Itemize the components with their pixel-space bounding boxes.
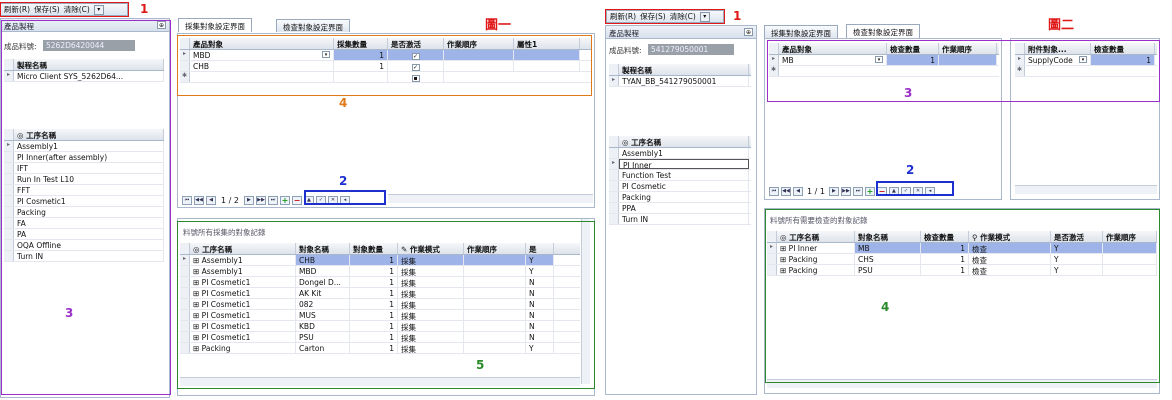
tab-collect-settings[interactable]: 採集對象設定界面 (178, 18, 252, 32)
work-step-cell: Turn IN (619, 214, 749, 224)
add-icon[interactable]: + (864, 186, 875, 196)
annotation-box-1 (0, 2, 129, 17)
work-step-cell: PI Inner (619, 159, 749, 169)
figure-2-title: 圖二 (1048, 18, 1075, 33)
table-row[interactable]: ▸ TYAN_BB_541279050001 (609, 76, 751, 87)
annotation-box-1-fig2 (605, 9, 725, 24)
last-page-icon[interactable]: ⏭ (267, 195, 278, 205)
tab-collect-settings[interactable]: 採集對象設定界面 (764, 25, 838, 38)
work-step-cell: PI Cosmetic (619, 181, 749, 191)
annotation-box-4 (177, 35, 592, 96)
annotation-box-2-fig2 (876, 181, 954, 196)
list-item[interactable]: PI Cosmetic (609, 181, 751, 192)
next-page-fast-icon[interactable]: ▶▶ (840, 186, 851, 196)
row-indicator-icon: ▸ (609, 76, 619, 86)
process-grid-header: 製程名稱 (609, 64, 751, 76)
first-page-icon[interactable]: ⏮ (182, 195, 192, 205)
tab-check-settings[interactable]: 檢查對象設定界面 (276, 19, 350, 32)
list-item[interactable]: PPA (609, 203, 751, 214)
annotation-box-2-fig1 (304, 190, 386, 205)
work-step-cell: Function Test (619, 170, 749, 180)
next-page-icon[interactable]: ▶ (243, 195, 254, 205)
prev-page-fast-icon[interactable]: ◀◀ (194, 195, 204, 205)
work-step-cell: Assembly1 (619, 148, 749, 158)
page-indicator: 1 / 2 (221, 195, 239, 205)
prev-page-icon[interactable]: ◀ (793, 186, 803, 196)
process-name-cell: TYAN_BB_541279050001 (619, 76, 749, 86)
tab-check-settings[interactable]: 檢查對象設定界面 (846, 24, 920, 38)
work-grid-header: ◎ 工序名稱 (609, 136, 751, 148)
annotation-label-2-fig1: 2 (339, 174, 348, 188)
horizontal-scrollbar[interactable] (1015, 185, 1157, 194)
last-page-icon[interactable]: ⏭ (852, 186, 863, 196)
annotation-label-1-fig2: 1 (733, 9, 742, 23)
delete-icon[interactable]: − (291, 195, 302, 205)
annotation-label-1: 1 (140, 2, 149, 16)
process-name-header: 製程名稱 (619, 64, 749, 75)
annotation-box-3-left (1, 20, 171, 395)
figure-1-title: 圖一 (485, 18, 512, 33)
list-item[interactable]: Turn IN (609, 214, 751, 225)
list-item[interactable]: Assembly1 (609, 148, 751, 159)
annotation-box-3-fig2 (767, 40, 1160, 102)
annotation-label-4: 4 (339, 96, 348, 110)
first-page-icon[interactable]: ⏮ (769, 186, 779, 196)
list-item[interactable]: ▸ PI Inner (609, 159, 751, 170)
annotation-label-4-fig2: 4 (881, 300, 890, 314)
next-page-fast-icon[interactable]: ▶▶ (255, 195, 266, 205)
right-product-panel: 產品製程 ⊕ 成品料號: 541279050001 製程名稱 ▸ TYAN_BB… (605, 25, 757, 395)
add-icon[interactable]: + (279, 195, 290, 205)
product-number-label: 成品料號: (609, 46, 642, 55)
annotation-label-5: 5 (476, 358, 485, 372)
work-step-cell: PPA (619, 203, 749, 213)
figure-divider (600, 0, 604, 400)
prev-page-icon[interactable]: ◀ (206, 195, 216, 205)
prev-page-fast-icon[interactable]: ◀◀ (781, 186, 791, 196)
annotation-label-3-fig2: 3 (904, 86, 913, 100)
list-item[interactable]: Function Test (609, 170, 751, 181)
product-number-field[interactable]: 541279050001 (648, 44, 734, 55)
section-title: 產品製程 (606, 26, 756, 39)
list-item[interactable]: Packing (609, 192, 751, 203)
annotation-box-4-fig2 (765, 209, 1160, 383)
next-page-icon[interactable]: ▶ (828, 186, 839, 196)
annotation-label-2-fig2: 2 (906, 163, 915, 177)
annotation-label-3-left: 3 (65, 306, 74, 320)
gear-icon: ◎ (622, 138, 632, 147)
page-indicator: 1 / 1 (807, 186, 825, 196)
horizontal-scrollbar[interactable] (388, 194, 593, 203)
work-step-cell: Packing (619, 192, 749, 202)
annotation-box-5 (177, 221, 595, 389)
pin-icon[interactable]: ⊕ (744, 28, 753, 36)
